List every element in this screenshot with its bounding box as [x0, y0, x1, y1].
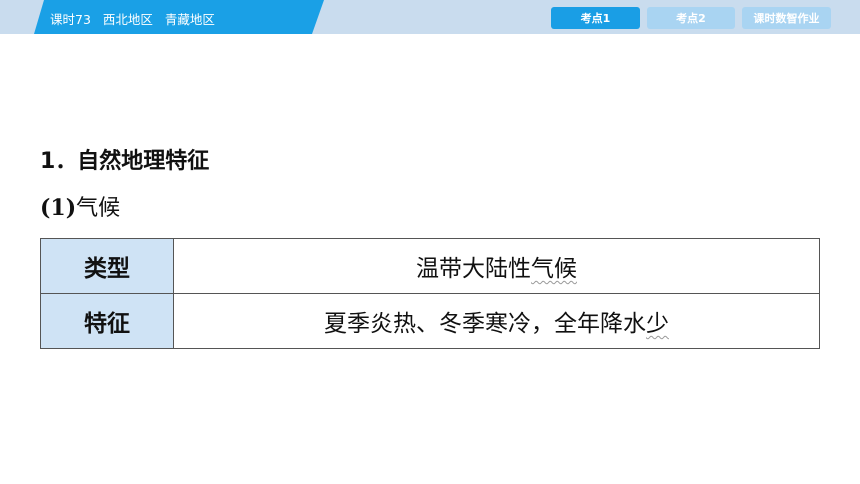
section-heading: 1．自然地理特征: [40, 149, 210, 174]
lesson-title: 课时73 西北地区 青藏地区: [50, 9, 227, 28]
row-value-type: 温带大陆性气候: [173, 238, 820, 294]
value-text: 温带大陆性: [416, 256, 531, 282]
table-row: 特征 夏季炎热、冬季寒冷，全年降水少: [40, 293, 820, 349]
lesson-number: 课时73: [50, 12, 91, 27]
subsection-number: (1): [40, 195, 77, 221]
value-emphasis: 少: [646, 311, 669, 337]
row-value-feature: 夏季炎热、冬季寒冷，全年降水少: [173, 293, 820, 349]
tab-homework[interactable]: 课时数智作业: [742, 7, 831, 29]
table-row: 类型 温带大陆性气候: [40, 238, 820, 294]
row-label-type: 类型: [40, 238, 174, 294]
region-northwest: 西北地区: [102, 12, 153, 27]
subsection-title: 气候: [76, 196, 121, 221]
region-qinghai-tibet: 青藏地区: [164, 12, 215, 27]
subsection-heading: (1)气候: [40, 190, 120, 222]
tab-kaodian-1[interactable]: 考点1: [551, 7, 640, 29]
row-label-feature: 特征: [40, 293, 174, 349]
value-emphasis: 气候: [531, 256, 577, 282]
value-text: 夏季炎热、冬季寒冷，全年降水: [324, 311, 646, 337]
climate-table: 类型 温带大陆性气候 特征 夏季炎热、冬季寒冷，全年降水少: [40, 238, 820, 349]
tab-kaodian-2[interactable]: 考点2: [647, 7, 735, 29]
